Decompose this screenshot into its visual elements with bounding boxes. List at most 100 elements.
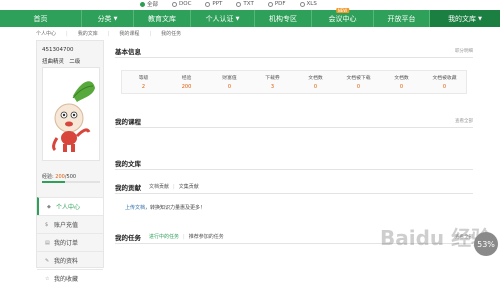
stat-item: 文档数 0 xyxy=(294,71,337,93)
stat-value: 0 xyxy=(313,84,318,90)
section-title: 我的贡献 xyxy=(115,183,141,192)
tab-recommended-tasks[interactable]: 推荐参加的任务 xyxy=(189,233,224,240)
diamond-icon: ◆ xyxy=(47,203,51,210)
subnav-docs[interactable]: 我的文库 xyxy=(78,30,98,37)
xp-value: 200 xyxy=(55,174,65,180)
stats-panel: 等级 2 经验 200 财富值 0 下载券 3 文档数 0 文档被下载 0 文档数 0 文档被收藏 0 xyxy=(121,70,467,94)
nav-label: 个人认证 xyxy=(205,14,234,23)
nav-label: 我的文库 xyxy=(448,14,477,23)
radio-label: TXT xyxy=(243,1,254,7)
view-all-link[interactable]: 查看全部 xyxy=(455,118,473,124)
sidebar-item-recharge[interactable]: $ 账户充值 xyxy=(37,215,103,233)
section-header: 我的课程 查看全部 xyxy=(115,114,473,128)
stat-label: 下载券 xyxy=(265,76,280,81)
nav-edu[interactable]: 教育文库 xyxy=(134,10,191,27)
chevron-down-icon: ▼ xyxy=(235,15,240,22)
radio-pdf[interactable]: PDF xyxy=(267,1,286,7)
radio-label: PPT xyxy=(212,1,223,7)
points-detail-link[interactable]: 职分明细 xyxy=(455,48,473,54)
stat-label: 经验 xyxy=(181,76,192,81)
radio-dot xyxy=(140,1,145,7)
xp-label: 经验: xyxy=(42,174,54,180)
stat-label: 文档数 xyxy=(394,76,409,81)
sidebar-menu: ◆ 个人中心 $ 账户充值 ▤ 我的订单 ✎ 我的资料 ☆ 我的收藏 xyxy=(37,197,103,287)
profile-sidebar: 451304700 扭曲精灵 二级 经验: 200/500 ◆ 个人中心 $ 账户充… xyxy=(36,40,104,283)
coin-icon: $ xyxy=(45,221,49,228)
stat-label: 文档数 xyxy=(308,76,323,81)
radio-txt[interactable]: TXT xyxy=(236,1,254,7)
sidebar-item-profile[interactable]: ✎ 我的资料 xyxy=(37,251,103,269)
contrib-tabs: 文档贡献 | 文集贡献 xyxy=(149,183,199,191)
nav-org[interactable]: 机构专区 xyxy=(255,10,312,27)
search-type-radios: 全部 DOC PPT TXT PDF XLS xyxy=(140,0,317,8)
sidebar-item-personal-center[interactable]: ◆ 个人中心 xyxy=(37,197,103,215)
nav-my[interactable]: 我的文库 ▼ xyxy=(430,10,500,27)
stat-label: 财富值 xyxy=(222,76,237,81)
nav-label: 开放平台 xyxy=(387,14,416,23)
radio-xls[interactable]: XLS xyxy=(299,1,317,7)
separator: | xyxy=(183,233,185,240)
subnav-courses[interactable]: 我的课程 xyxy=(119,30,139,37)
stat-item: 等级 2 xyxy=(122,71,165,93)
tab-doc-contrib[interactable]: 文档贡献 xyxy=(149,183,169,190)
xp-text: 经验: 200/500 xyxy=(42,173,76,180)
star-icon: ☆ xyxy=(45,275,50,282)
level-rank: 二级 xyxy=(69,59,81,65)
sidebar-item-label: 我的收藏 xyxy=(54,276,79,283)
stat-item: 经验 200 xyxy=(165,71,208,93)
section-title: 我的任务 xyxy=(115,233,141,242)
nav-label: 分类 xyxy=(97,14,112,23)
avatar[interactable] xyxy=(42,67,100,161)
breadcrumb: 个人中心 | 我的文库 | 我的课程 | 我的任务 xyxy=(36,29,181,38)
subnav-personal[interactable]: 个人中心 xyxy=(36,30,56,37)
sidebar-item-label: 账户充值 xyxy=(54,222,79,229)
xp-progress-fill xyxy=(42,181,66,183)
nav-personal[interactable]: 个人认证 ▼ xyxy=(191,10,255,27)
sidebar-item-favorites[interactable]: ☆ 我的收藏 xyxy=(37,269,103,287)
section-title: 我的课程 xyxy=(115,117,141,126)
stat-value: 0 xyxy=(227,84,232,90)
sidebar-item-label: 个人中心 xyxy=(56,204,81,211)
stat-value: 2 xyxy=(141,84,146,90)
nav-vip[interactable]: NEW 会议中心 xyxy=(312,8,374,27)
nav-label: 会议中心 xyxy=(328,14,357,23)
radio-label: XLS xyxy=(306,1,317,7)
mascot-icon xyxy=(52,81,95,152)
sidebar-item-orders[interactable]: ▤ 我的订单 xyxy=(37,233,103,251)
separator: | xyxy=(66,30,68,37)
nav-open[interactable]: 开放平台 xyxy=(374,10,430,27)
top-strip: 全部 DOC PPT TXT PDF XLS xyxy=(0,0,500,10)
nav-category[interactable]: 分类 ▼ xyxy=(82,10,134,27)
radio-label: DOC xyxy=(179,1,192,7)
upload-text: ，转换知识力量惠及更多！ xyxy=(145,205,206,211)
radio-all[interactable]: 全部 xyxy=(140,0,158,8)
main-nav: 首页 分类 ▼ 教育文库 个人认证 ▼ 机构专区 NEW 会议中心 开放平台 我的文库… xyxy=(0,8,500,27)
subnav-tasks[interactable]: 我的任务 xyxy=(161,30,181,37)
radio-label: 全部 xyxy=(147,2,159,8)
section-header: 我的文库 xyxy=(115,156,473,170)
order-icon: ▤ xyxy=(45,239,50,246)
stat-item: 财富值 0 xyxy=(208,71,251,93)
stat-label: 等级 xyxy=(138,76,149,81)
tab-ongoing-tasks[interactable]: 进行中的任务 xyxy=(149,233,179,240)
upload-link[interactable]: 上传文档 xyxy=(125,205,145,211)
user-id: 451304700 xyxy=(42,47,74,53)
radio-dot xyxy=(299,1,305,7)
edit-icon: ✎ xyxy=(45,257,50,264)
courses-section: 我的课程 查看全部 xyxy=(115,114,473,128)
xp-max: /500 xyxy=(64,174,77,180)
stat-value: 200 xyxy=(181,84,192,90)
radio-doc[interactable]: DOC xyxy=(172,1,191,7)
stat-label: 文档被下载 xyxy=(346,76,371,81)
nav-home[interactable]: 首页 xyxy=(0,10,82,27)
radio-dot xyxy=(205,1,211,7)
docs-section: 我的文库 xyxy=(115,156,473,170)
tab-collection-contrib[interactable]: 文集贡献 xyxy=(179,183,199,190)
stat-item: 文档被收藏 0 xyxy=(423,71,466,93)
radio-ppt[interactable]: PPT xyxy=(205,1,222,7)
stat-value: 0 xyxy=(442,84,447,90)
separator: | xyxy=(149,30,152,37)
nav-label: 机构专区 xyxy=(269,14,297,23)
basic-info-section: 基本信息 职分明细 xyxy=(115,44,473,58)
radio-dot xyxy=(267,1,273,7)
